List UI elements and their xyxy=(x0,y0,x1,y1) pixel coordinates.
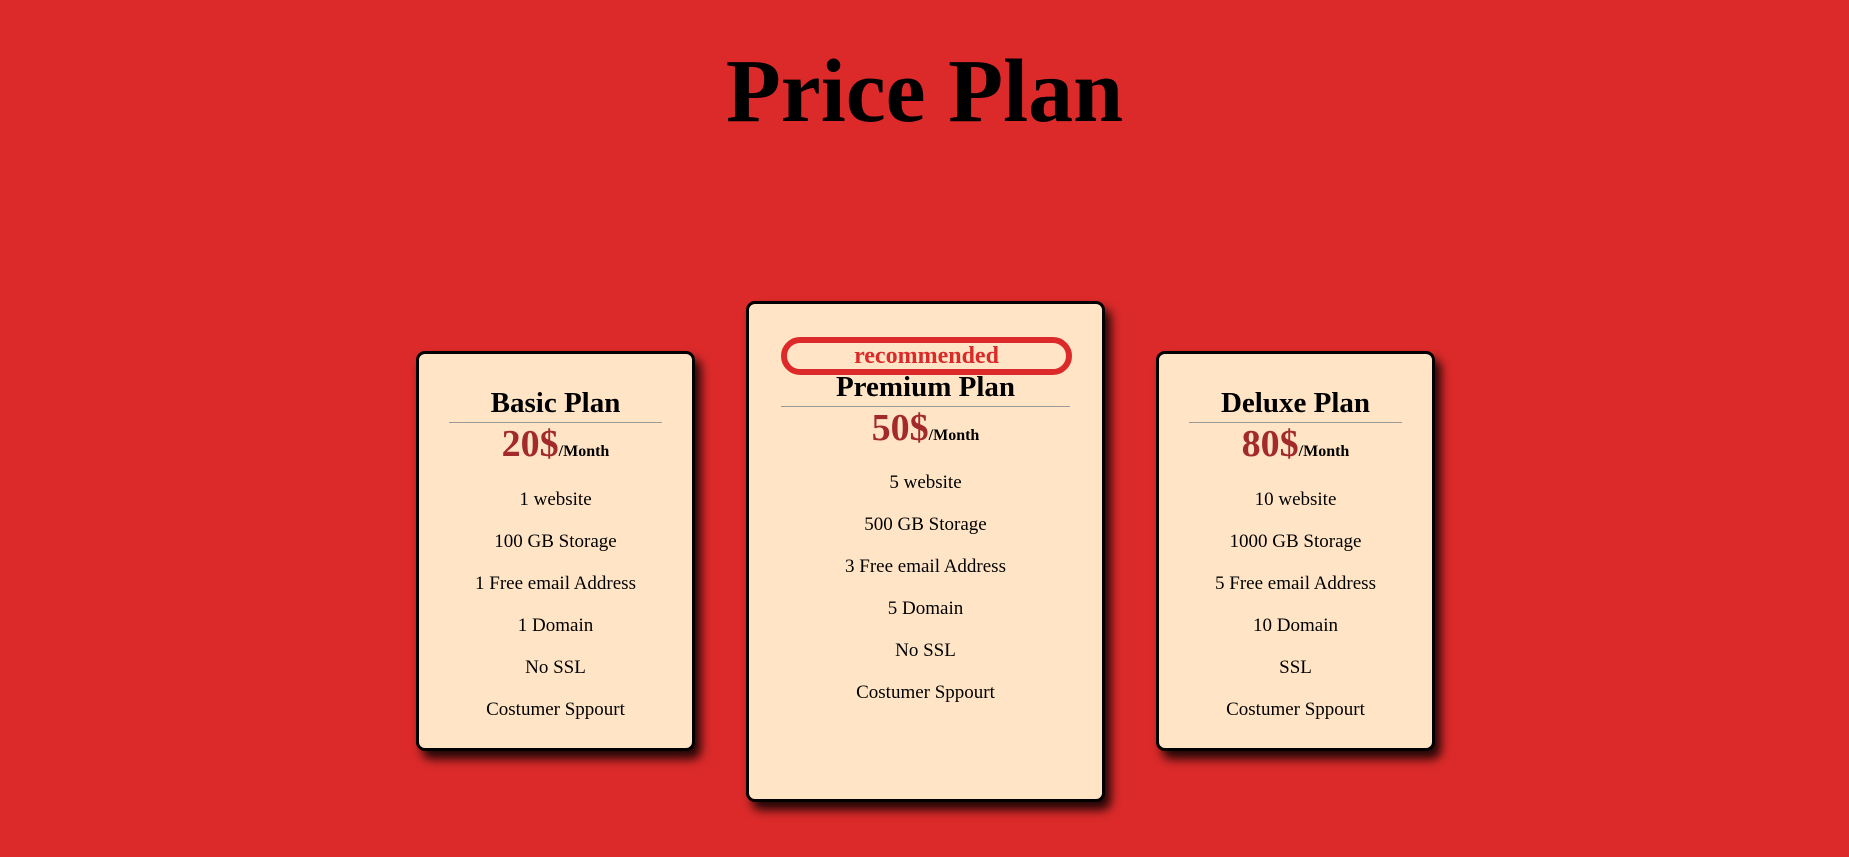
feature-item: 1 Domain xyxy=(517,615,594,636)
plan-name: Basic Plan xyxy=(449,385,662,423)
basic-plan-card: Basic Plan 20$/Month 1 website 100 GB St… xyxy=(416,351,695,751)
feature-item: No SSL xyxy=(525,657,586,678)
price-period: /Month xyxy=(558,443,610,460)
feature-item: 1 Free email Address xyxy=(475,573,636,594)
feature-list: 1 website 100 GB Storage 1 Free email Ad… xyxy=(419,479,692,731)
feature-item: Costumer Sppourt xyxy=(486,699,625,720)
plan-price: 80$/Month xyxy=(1159,422,1432,474)
feature-item: SSL xyxy=(1279,657,1312,678)
price-amount: 20$ xyxy=(501,423,559,465)
pricing-plans: Basic Plan 20$/Month 1 website 100 GB St… xyxy=(0,0,1849,857)
plan-price: 50$/Month xyxy=(749,406,1102,458)
plan-name: Premium Plan xyxy=(781,369,1070,407)
feature-list: 5 website 500 GB Storage 3 Free email Ad… xyxy=(749,462,1102,714)
feature-item: 5 Domain xyxy=(887,598,964,619)
feature-item: 3 Free email Address xyxy=(845,556,1006,577)
feature-item: 1 website xyxy=(519,489,592,510)
feature-item: 1000 GB Storage xyxy=(1229,531,1362,552)
feature-item: 10 Domain xyxy=(1253,615,1338,636)
feature-item: 100 GB Storage xyxy=(494,531,617,552)
plan-name: Deluxe Plan xyxy=(1189,385,1402,423)
feature-item: 5 website xyxy=(889,472,962,493)
feature-item: Costumer Sppourt xyxy=(1226,699,1365,720)
plan-price: 20$/Month xyxy=(419,422,692,474)
feature-item: 500 GB Storage xyxy=(864,514,987,535)
price-period: /Month xyxy=(928,427,980,444)
premium-plan-card: recommended Premium Plan 50$/Month 5 web… xyxy=(746,301,1105,802)
deluxe-plan-card: Deluxe Plan 80$/Month 10 website 1000 GB… xyxy=(1156,351,1435,751)
feature-item: 5 Free email Address xyxy=(1215,573,1376,594)
price-amount: 80$ xyxy=(1241,423,1299,465)
feature-list: 10 website 1000 GB Storage 5 Free email … xyxy=(1159,479,1432,731)
feature-item: 10 website xyxy=(1254,489,1337,510)
price-amount: 50$ xyxy=(871,407,929,449)
feature-item: Costumer Sppourt xyxy=(856,682,995,703)
price-period: /Month xyxy=(1298,443,1350,460)
feature-item: No SSL xyxy=(895,640,956,661)
